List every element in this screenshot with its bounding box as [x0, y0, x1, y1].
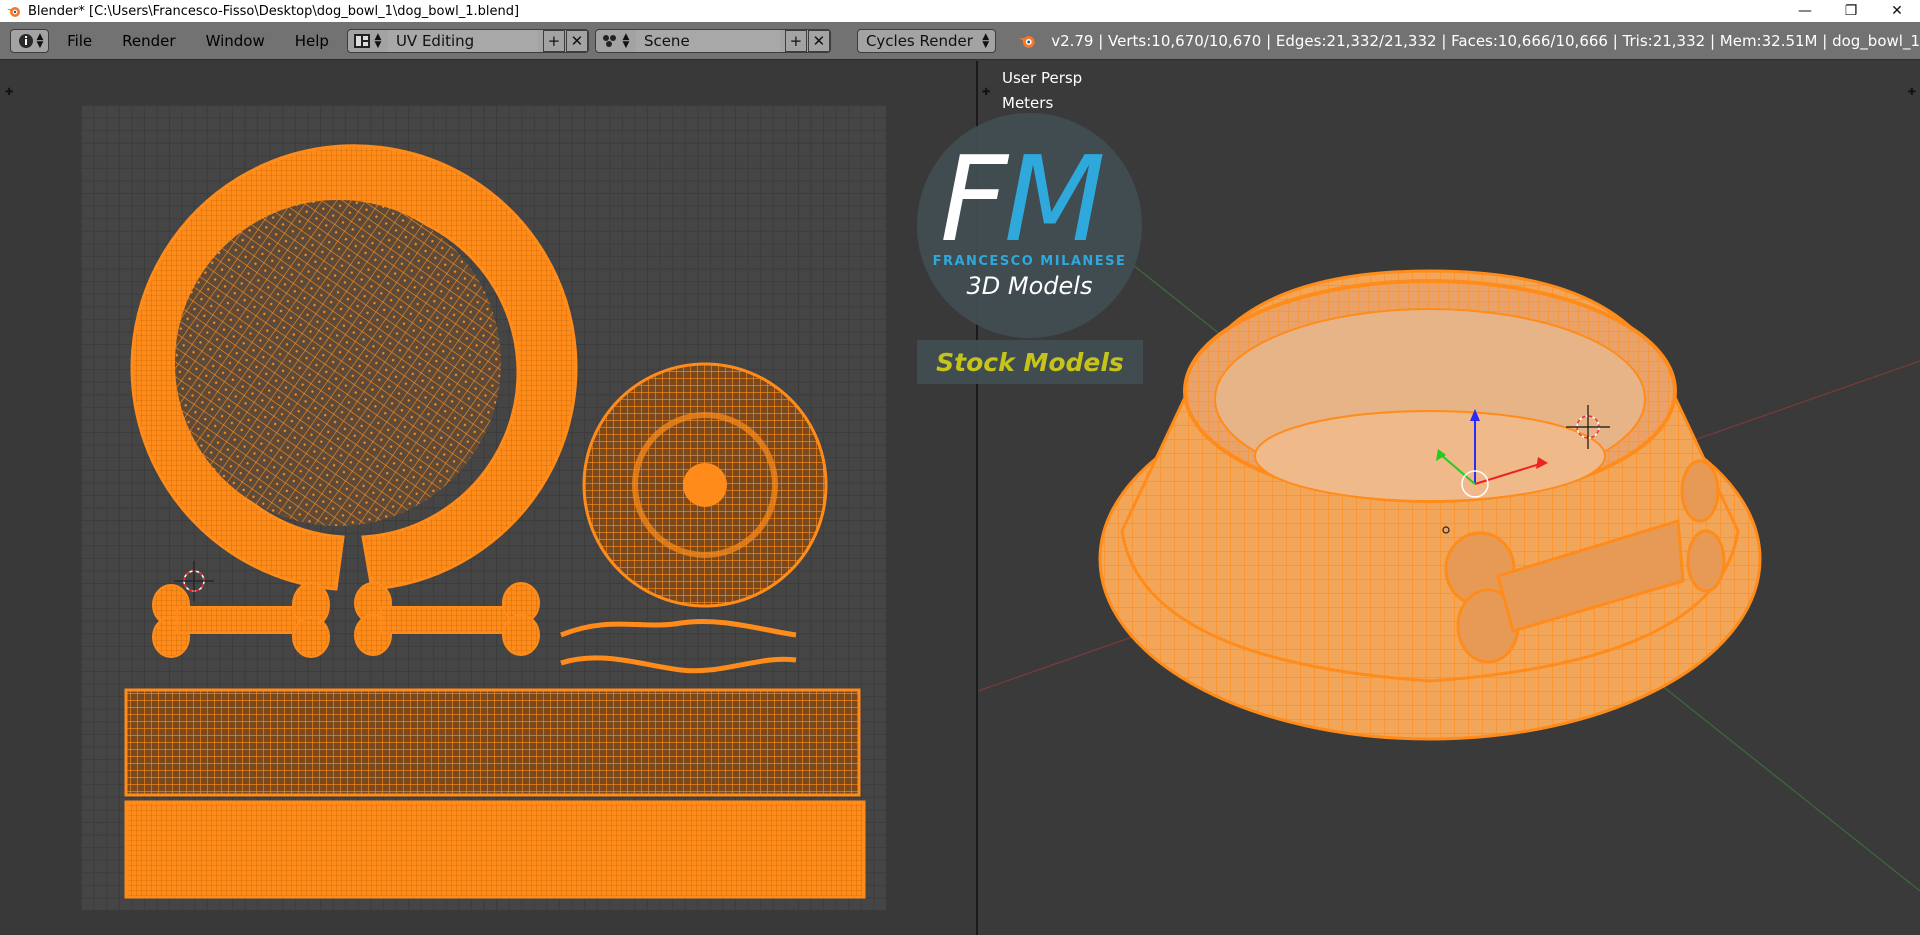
bottom-uv-island: [582, 362, 828, 608]
add-layout-button[interactable]: +: [542, 29, 565, 52]
info-header: ▲ ▼ File Render Window Help ▲ ▼ UV Editing…: [0, 22, 1920, 60]
restore-button[interactable]: ❐: [1828, 0, 1874, 22]
chevron-updown-icon: ▲ ▼: [36, 31, 44, 50]
remove-layout-button[interactable]: ✕: [565, 29, 588, 52]
region-toggle-icon[interactable]: ✚: [5, 87, 13, 98]
watermark-monogram: FM: [940, 130, 1106, 268]
blender-logo-icon: [1018, 35, 1035, 48]
remove-scene-button[interactable]: ✕: [807, 29, 830, 52]
info-icon: [19, 33, 33, 48]
render-engine-label: Cycles Render: [865, 31, 973, 50]
chevron-updown-icon: ▲ ▼: [622, 31, 630, 50]
scene-name[interactable]: Scene: [635, 29, 780, 52]
scene-icon: [602, 34, 616, 47]
scene-selector[interactable]: ▲ ▼ Scene + ✕: [594, 28, 831, 53]
blender-app-icon: [7, 7, 20, 17]
bone-uv-island-left: [152, 582, 330, 658]
window-titlebar: Blender* [C:\Users\Francesco-Fisso\Deskt…: [0, 0, 1920, 22]
chevron-updown-icon: ▲ ▼: [982, 31, 990, 50]
wall-uv-strip-outer: [124, 688, 861, 797]
bone-uv-island-right: [354, 582, 540, 656]
screen-layout-name[interactable]: UV Editing: [387, 29, 538, 52]
chevron-updown-icon: ▲ ▼: [374, 31, 382, 50]
uv-editor-panel[interactable]: ✚: [0, 61, 976, 935]
editor-type-selector[interactable]: ▲ ▼: [10, 28, 50, 53]
screen-layout-selector[interactable]: ▲ ▼ UV Editing + ✕: [346, 28, 589, 53]
menu-render[interactable]: Render: [122, 32, 175, 50]
menu-window[interactable]: Window: [206, 32, 265, 50]
strip-uv-islands: [560, 618, 797, 674]
render-engine-selector[interactable]: Cycles Render ▲ ▼: [856, 28, 996, 53]
uv-islands: [124, 144, 866, 899]
menu-help[interactable]: Help: [295, 32, 329, 50]
watermark-stock-banner: Stock Models: [917, 340, 1143, 384]
bowl-uv-island: [130, 144, 578, 591]
close-button[interactable]: ✕: [1874, 0, 1920, 22]
minimize-button[interactable]: —: [1782, 0, 1828, 22]
wall-uv-strip-inner: [124, 800, 866, 899]
scene-stats: v2.79 | Verts:10,670/10,670 | Edges:21,3…: [1051, 31, 1920, 50]
window-title: Blender* [C:\Users\Francesco-Fisso\Deskt…: [28, 3, 520, 19]
watermark-tagline: 3D Models: [966, 272, 1093, 300]
uv-canvas[interactable]: [81, 105, 886, 910]
add-scene-button[interactable]: +: [784, 29, 807, 52]
watermark-author-name: FRANCESCO MILANESE: [932, 254, 1127, 269]
screen-layout-icon: [353, 33, 370, 48]
menu-file[interactable]: File: [67, 32, 92, 50]
